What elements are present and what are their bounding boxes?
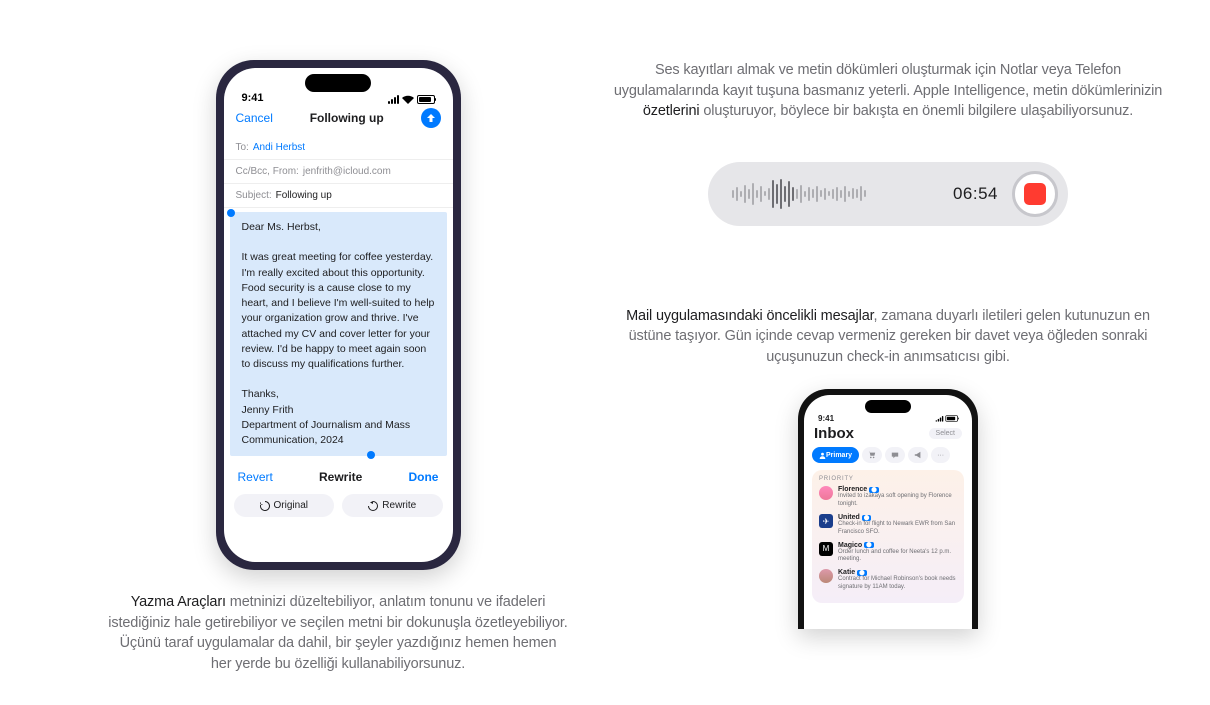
priority-message[interactable]: M Magico⬤ Order lunch and coffee for Nee…: [819, 542, 957, 565]
priority-badge-icon: ⬤: [869, 487, 879, 493]
tab-promo[interactable]: [908, 447, 928, 463]
subject-field[interactable]: Subject: Following up: [224, 184, 453, 208]
signal-icon: [388, 95, 399, 104]
revert-icon: [260, 501, 270, 511]
waveform: [732, 178, 939, 210]
record-stop-button[interactable]: [1012, 171, 1058, 217]
person-icon: [819, 452, 826, 459]
selection-handle-start[interactable]: [227, 209, 235, 217]
recording-timer: 06:54: [953, 184, 998, 204]
priority-label: PRIORITY: [819, 476, 957, 482]
selection-handle-end[interactable]: [367, 451, 375, 459]
subject-label: Subject:: [236, 190, 272, 201]
dynamic-island: [305, 74, 371, 92]
rewrite-label: Rewrite: [319, 470, 362, 484]
status-icons: [936, 416, 958, 422]
magico-logo-icon: M: [819, 542, 833, 556]
rewrite-icon: [368, 501, 378, 511]
priority-mail-caption: Mail uygulamasındaki öncelikli mesajlar,…: [608, 306, 1168, 368]
original-pill[interactable]: Original: [234, 494, 335, 517]
send-button[interactable]: [421, 108, 441, 128]
caption-highlight: Yazma Araçları: [131, 594, 226, 610]
cc-label: Cc/Bcc, From:: [236, 166, 299, 177]
subject-value: Following up: [276, 190, 332, 201]
inbox-header: Inbox Select: [804, 425, 972, 442]
done-button[interactable]: Done: [408, 470, 438, 484]
status-time: 9:41: [818, 414, 834, 423]
compose-nav: Cancel Following up: [224, 106, 453, 136]
priority-message[interactable]: ✈ United⬤ Check-in for flight to Newark …: [819, 514, 957, 537]
tab-primary[interactable]: Primary: [812, 447, 859, 463]
phone-mockup-writing-tools: 9:41 Cancel Following up To: Andi Herbst: [216, 60, 461, 570]
avatar: [819, 486, 833, 500]
select-button[interactable]: Select: [929, 428, 962, 439]
tab-cart[interactable]: [862, 447, 882, 463]
priority-badge-icon: ⬤: [857, 570, 867, 576]
rewrite-pill[interactable]: Rewrite: [342, 494, 443, 517]
united-logo-icon: ✈: [819, 514, 833, 528]
status-time: 9:41: [242, 92, 264, 104]
priority-message[interactable]: Katie⬤ Contract for Michael Robinson's b…: [819, 569, 957, 592]
cc-field[interactable]: Cc/Bcc, From: jenfrith@icloud.com: [224, 160, 453, 184]
priority-message[interactable]: Florence⬤ Invited to izakaya soft openin…: [819, 486, 957, 509]
message-icon: [891, 451, 899, 459]
tab-more[interactable]: ···: [931, 447, 950, 463]
arrow-up-icon: [426, 113, 436, 123]
caption-highlight: Mail uygulamasındaki öncelikli mesajlar: [626, 308, 873, 324]
dynamic-island: [865, 400, 911, 413]
avatar: [819, 569, 833, 583]
phone-screen: 9:41 Cancel Following up To: Andi Herbst: [224, 68, 453, 562]
writing-tools-caption: Yazma Araçları metninizi düzeltebiliyor,…: [108, 592, 568, 674]
writing-tools-pills: Original Rewrite: [224, 488, 453, 527]
to-field[interactable]: To: Andi Herbst: [224, 136, 453, 160]
stop-icon: [1024, 183, 1046, 205]
cart-icon: [868, 451, 876, 459]
inbox-title: Inbox: [814, 425, 854, 442]
phone-screen: 9:41 Inbox Select Primary ···: [804, 395, 972, 629]
to-value: Andi Herbst: [253, 142, 305, 153]
email-body-selected[interactable]: Dear Ms. Herbst, It was great meeting fo…: [230, 212, 447, 456]
priority-card: PRIORITY Florence⬤ Invited to izakaya so…: [812, 470, 964, 602]
wifi-icon: [402, 95, 414, 104]
cancel-button[interactable]: Cancel: [236, 111, 273, 125]
status-icons: [388, 95, 435, 104]
inbox-tabs: Primary ···: [804, 442, 972, 468]
caption-highlight: özetlerini: [643, 103, 700, 119]
cc-value: jenfrith@icloud.com: [303, 166, 391, 177]
priority-badge-icon: ⬤: [862, 515, 872, 521]
to-label: To:: [236, 142, 249, 153]
compose-title: Following up: [310, 111, 384, 125]
megaphone-icon: [914, 451, 922, 459]
battery-icon: [417, 95, 435, 104]
tab-news[interactable]: [885, 447, 905, 463]
revert-button[interactable]: Revert: [238, 470, 273, 484]
writing-tools-toolbar: Revert Rewrite Done: [224, 460, 453, 488]
audio-recorder-pill: 06:54: [708, 162, 1068, 226]
phone-mockup-mail-inbox: 9:41 Inbox Select Primary ···: [798, 389, 978, 629]
audio-summary-caption: Ses kayıtları almak ve metin dökümleri o…: [608, 60, 1168, 122]
email-body-text: Dear Ms. Herbst, It was great meeting fo…: [242, 221, 438, 446]
priority-badge-icon: ⬤: [864, 542, 874, 548]
